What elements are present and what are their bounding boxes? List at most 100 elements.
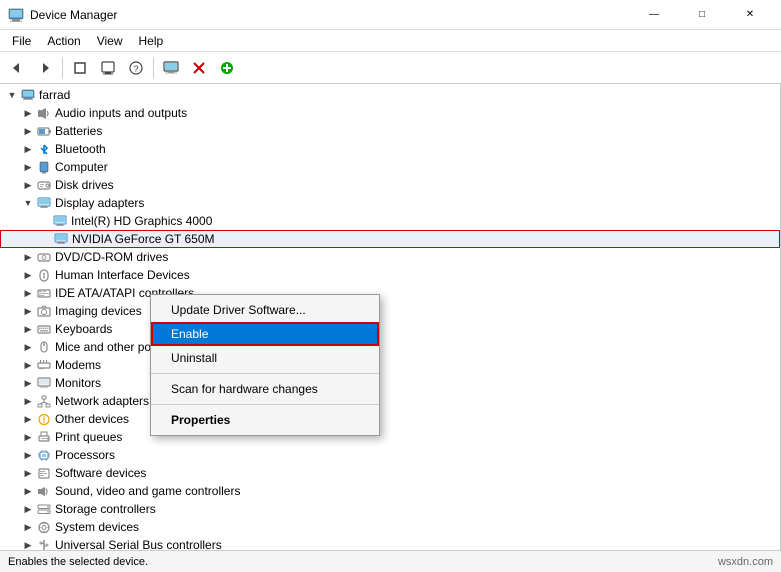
batteries-expander[interactable]: ▶ (20, 123, 36, 139)
computer-expander[interactable]: ▶ (20, 159, 36, 175)
software-label: Software devices (55, 466, 146, 480)
ctx-scan-hardware[interactable]: Scan for hardware changes (151, 377, 379, 401)
keyboards-expander[interactable]: ▶ (20, 321, 36, 337)
close-button[interactable]: ✕ (727, 0, 773, 30)
tree-item-intel[interactable]: ▶ Intel(R) HD Graphics 4000 (0, 212, 780, 230)
maximize-button[interactable]: □ (679, 0, 725, 30)
bluetooth-icon (36, 141, 52, 157)
print-expander[interactable]: ▶ (20, 429, 36, 445)
menu-file[interactable]: File (4, 32, 39, 50)
tree-item-modems[interactable]: ▶ Modems (0, 356, 780, 374)
modems-label: Modems (55, 358, 101, 372)
monitors-expander[interactable]: ▶ (20, 375, 36, 391)
modems-expander[interactable]: ▶ (20, 357, 36, 373)
tree-item-ide[interactable]: ▶ IDE ATA/ATAPI controllers (0, 284, 780, 302)
ctx-enable[interactable]: Enable (151, 322, 379, 346)
sound-label: Sound, video and game controllers (55, 484, 240, 498)
network-expander[interactable]: ▶ (20, 393, 36, 409)
imaging-expander[interactable]: ▶ (20, 303, 36, 319)
tree-item-system[interactable]: ▶ System devices (0, 518, 780, 536)
processors-label: Processors (55, 448, 115, 462)
tree-item-nvidia[interactable]: ▶ NVIDIA GeForce GT 650M (0, 230, 780, 248)
menu-help[interactable]: Help (131, 32, 172, 50)
toolbar-back[interactable] (4, 55, 30, 81)
batteries-label: Batteries (55, 124, 102, 138)
tree-item-processors[interactable]: ▶ Processors (0, 446, 780, 464)
toolbar-help[interactable]: ? (123, 55, 149, 81)
audio-icon (36, 105, 52, 121)
tree-item-diskdrives[interactable]: ▶ Disk drives (0, 176, 780, 194)
diskdrives-expander[interactable]: ▶ (20, 177, 36, 193)
menu-view[interactable]: View (89, 32, 131, 50)
root-expander[interactable]: ▼ (4, 87, 20, 103)
audio-expander[interactable]: ▶ (20, 105, 36, 121)
toolbar-delete[interactable] (186, 55, 212, 81)
system-label: System devices (55, 520, 139, 534)
processors-icon (36, 447, 52, 463)
tree-item-audio[interactable]: ▶ Audio inputs and outputs (0, 104, 780, 122)
bluetooth-expander[interactable]: ▶ (20, 141, 36, 157)
tree-item-imaging[interactable]: ▶ Imaging devices (0, 302, 780, 320)
root-icon (20, 87, 36, 103)
tree-item-dvd[interactable]: ▶ DVD/CD-ROM drives (0, 248, 780, 266)
software-expander[interactable]: ▶ (20, 465, 36, 481)
tree-item-network[interactable]: ▶ Network adapters (0, 392, 780, 410)
toolbar-monitor[interactable] (158, 55, 184, 81)
device-tree[interactable]: ▼ farrad ▶ Audio inputs and outputs ▶ Ba… (0, 84, 781, 550)
ide-expander[interactable]: ▶ (20, 285, 36, 301)
other-expander[interactable]: ▶ (20, 411, 36, 427)
tree-item-storage[interactable]: ▶ Storage controllers (0, 500, 780, 518)
displayadapters-icon (36, 195, 52, 211)
tree-item-software[interactable]: ▶ Software devices (0, 464, 780, 482)
tree-item-batteries[interactable]: ▶ Batteries (0, 122, 780, 140)
hid-expander[interactable]: ▶ (20, 267, 36, 283)
toolbar-btn2[interactable] (95, 55, 121, 81)
ctx-update-driver[interactable]: Update Driver Software... (151, 298, 379, 322)
tree-item-sound[interactable]: ▶ Sound, video and game controllers (0, 482, 780, 500)
sound-expander[interactable]: ▶ (20, 483, 36, 499)
tree-item-bluetooth[interactable]: ▶ Bluetooth (0, 140, 780, 158)
toolbar-add[interactable] (214, 55, 240, 81)
processors-expander[interactable]: ▶ (20, 447, 36, 463)
toolbar-sep2 (153, 58, 154, 78)
tree-item-monitors[interactable]: ▶ Monitors (0, 374, 780, 392)
nvidia-label: NVIDIA GeForce GT 650M (72, 232, 215, 246)
tree-item-computer[interactable]: ▶ Computer (0, 158, 780, 176)
tree-item-keyboards[interactable]: ▶ Keyboards (0, 320, 780, 338)
tree-item-mice[interactable]: ▶ Mice and other pointing devices (0, 338, 780, 356)
tree-item-other[interactable]: ▶ ! Other devices (0, 410, 780, 428)
status-right: wsxdn.com (718, 556, 773, 568)
minimize-button[interactable]: — (631, 0, 677, 30)
usb-expander[interactable]: ▶ (20, 537, 36, 550)
displayadapters-expander[interactable]: ▼ (20, 195, 36, 211)
nvidia-icon (53, 231, 69, 247)
print-icon (36, 429, 52, 445)
tree-item-print[interactable]: ▶ Print queues (0, 428, 780, 446)
main-content: ▼ farrad ▶ Audio inputs and outputs ▶ Ba… (0, 84, 781, 550)
storage-label: Storage controllers (55, 502, 156, 516)
modems-icon (36, 357, 52, 373)
app-icon (8, 7, 24, 23)
tree-item-hid[interactable]: ▶ Human Interface Devices (0, 266, 780, 284)
ctx-uninstall[interactable]: Uninstall (151, 346, 379, 370)
dvd-expander[interactable]: ▶ (20, 249, 36, 265)
system-expander[interactable]: ▶ (20, 519, 36, 535)
mice-icon (36, 339, 52, 355)
ctx-properties[interactable]: Properties (151, 408, 379, 432)
toolbar-btn1[interactable] (67, 55, 93, 81)
system-icon (36, 519, 52, 535)
tree-item-displayadapters[interactable]: ▼ Display adapters (0, 194, 780, 212)
title-bar: Device Manager — □ ✕ (0, 0, 781, 30)
toolbar-forward[interactable] (32, 55, 58, 81)
mice-expander[interactable]: ▶ (20, 339, 36, 355)
storage-expander[interactable]: ▶ (20, 501, 36, 517)
intel-label: Intel(R) HD Graphics 4000 (71, 214, 212, 228)
computer-icon (36, 159, 52, 175)
tree-root[interactable]: ▼ farrad (0, 86, 780, 104)
menu-action[interactable]: Action (39, 32, 88, 50)
svg-text:?: ? (133, 64, 138, 74)
tree-item-usb[interactable]: ▶ Universal Serial Bus controllers (0, 536, 780, 550)
usb-label: Universal Serial Bus controllers (55, 538, 222, 550)
root-label: farrad (39, 88, 70, 102)
status-bar: Enables the selected device. wsxdn.com (0, 550, 781, 572)
